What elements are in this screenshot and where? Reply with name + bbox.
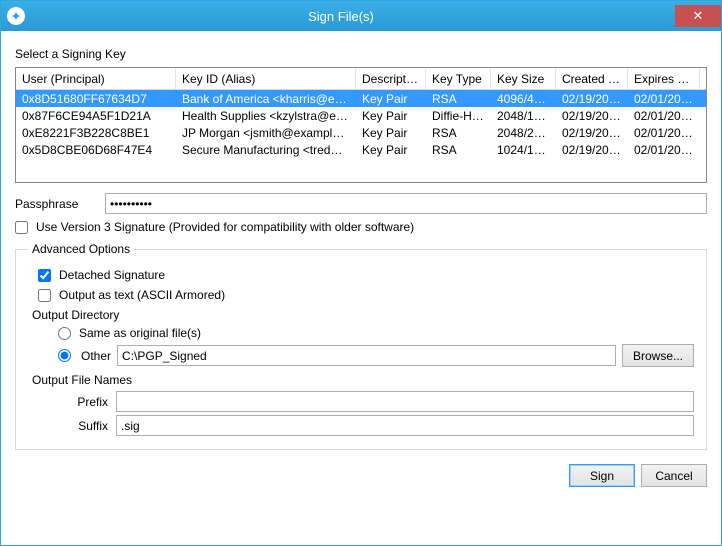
detached-label[interactable]: Detached Signature (59, 268, 165, 282)
key-table-header[interactable]: User (Principal) Key ID (Alias) Descript… (16, 68, 706, 90)
col-expires[interactable]: Expires On (628, 69, 700, 89)
cell: 2048/1024 (491, 108, 556, 124)
same-dir-row: Same as original file(s) (58, 326, 694, 340)
window-title: Sign File(s) (7, 9, 675, 24)
prefix-input[interactable] (116, 391, 694, 412)
titlebar: ✦ Sign File(s) ✕ (1, 1, 721, 31)
same-dir-radio[interactable] (58, 327, 71, 340)
cell: Diffie-Hell… (426, 108, 491, 124)
col-type[interactable]: Key Type (426, 69, 491, 89)
other-dir-label[interactable]: Other (81, 349, 111, 363)
cell: 02/19/2013 … (556, 91, 628, 107)
prefix-row: Prefix (58, 391, 694, 412)
cell: Key Pair (356, 125, 426, 141)
output-directory-group: Output Directory Same as original file(s… (28, 308, 694, 367)
cell: Key Pair (356, 108, 426, 124)
content-area: Select a Signing Key User (Principal) Ke… (1, 31, 721, 499)
cell: JP Morgan <jsmith@example.com> (176, 125, 356, 141)
close-button[interactable]: ✕ (675, 5, 721, 27)
cell: 02/19/2013 … (556, 125, 628, 141)
ascii-row: Output as text (ASCII Armored) (38, 288, 694, 302)
passphrase-row: Passphrase (15, 193, 707, 214)
advanced-legend: Advanced Options (28, 242, 134, 256)
sign-button[interactable]: Sign (569, 464, 635, 487)
table-row[interactable]: 0x87F6CE94A5F1D21AHealth Supplies <kzyls… (16, 107, 706, 124)
same-dir-label[interactable]: Same as original file(s) (79, 326, 201, 340)
detached-checkbox[interactable] (38, 269, 51, 282)
table-row[interactable]: 0x5D8CBE06D68F47E4Secure Manufacturing <… (16, 141, 706, 158)
cell: 2048/2048 (491, 125, 556, 141)
cell: Key Pair (356, 91, 426, 107)
key-table[interactable]: User (Principal) Key ID (Alias) Descript… (15, 67, 707, 183)
cell: Secure Manufacturing <tredmon… (176, 142, 356, 158)
cell: 0x8D51680FF67634D7 (16, 91, 176, 107)
cell: Health Supplies <kzylstra@exa… (176, 108, 356, 124)
cell: 0xE8221F3B228C8BE1 (16, 125, 176, 141)
col-keyid[interactable]: Key ID (Alias) (176, 69, 356, 89)
passphrase-label: Passphrase (15, 197, 105, 211)
cell: 0x87F6CE94A5F1D21A (16, 108, 176, 124)
cell: 02/01/2015 … (628, 91, 700, 107)
browse-button[interactable]: Browse... (622, 344, 694, 367)
table-row[interactable]: 0x8D51680FF67634D7Bank of America <kharr… (16, 90, 706, 107)
col-user[interactable]: User (Principal) (16, 69, 176, 89)
prefix-label: Prefix (58, 395, 108, 409)
cell: RSA (426, 142, 491, 158)
cell: Key Pair (356, 142, 426, 158)
cell: 02/01/2015 … (628, 142, 700, 158)
output-directory-title: Output Directory (32, 308, 694, 322)
cell: 4096/4096 (491, 91, 556, 107)
ascii-checkbox[interactable] (38, 289, 51, 302)
col-created[interactable]: Created On (556, 69, 628, 89)
cell: RSA (426, 125, 491, 141)
button-bar: Sign Cancel (15, 464, 707, 487)
col-desc[interactable]: Description (356, 69, 426, 89)
other-dir-radio[interactable] (58, 349, 71, 362)
v3sig-label[interactable]: Use Version 3 Signature (Provided for co… (36, 220, 414, 234)
cell: 1024/1024 (491, 142, 556, 158)
cell: Bank of America <kharris@examp… (176, 91, 356, 107)
col-size[interactable]: Key Size (491, 69, 556, 89)
suffix-label: Suffix (58, 419, 108, 433)
detached-row: Detached Signature (38, 268, 694, 282)
v3sig-checkbox[interactable] (15, 221, 28, 234)
table-row[interactable]: 0xE8221F3B228C8BE1JP Morgan <jsmith@exam… (16, 124, 706, 141)
ascii-label[interactable]: Output as text (ASCII Armored) (59, 288, 225, 302)
select-key-label: Select a Signing Key (15, 47, 707, 61)
key-table-body: 0x8D51680FF67634D7Bank of America <kharr… (16, 90, 706, 158)
output-names-group: Output File Names Prefix Suffix (28, 373, 694, 436)
other-dir-row: Other Browse... (58, 344, 694, 367)
cell: 0x5D8CBE06D68F47E4 (16, 142, 176, 158)
advanced-fieldset: Advanced Options Detached Signature Outp… (15, 242, 707, 450)
output-names-title: Output File Names (32, 373, 694, 387)
cell: 02/01/2015 … (628, 125, 700, 141)
cell: 02/19/2013 … (556, 108, 628, 124)
passphrase-input[interactable] (105, 193, 707, 214)
cell: 02/01/2015 … (628, 108, 700, 124)
cell: 02/19/2013 … (556, 142, 628, 158)
suffix-row: Suffix (58, 415, 694, 436)
cancel-button[interactable]: Cancel (641, 464, 707, 487)
cell: RSA (426, 91, 491, 107)
other-dir-input[interactable] (117, 345, 616, 366)
v3sig-row: Use Version 3 Signature (Provided for co… (15, 220, 707, 234)
suffix-input[interactable] (116, 415, 694, 436)
